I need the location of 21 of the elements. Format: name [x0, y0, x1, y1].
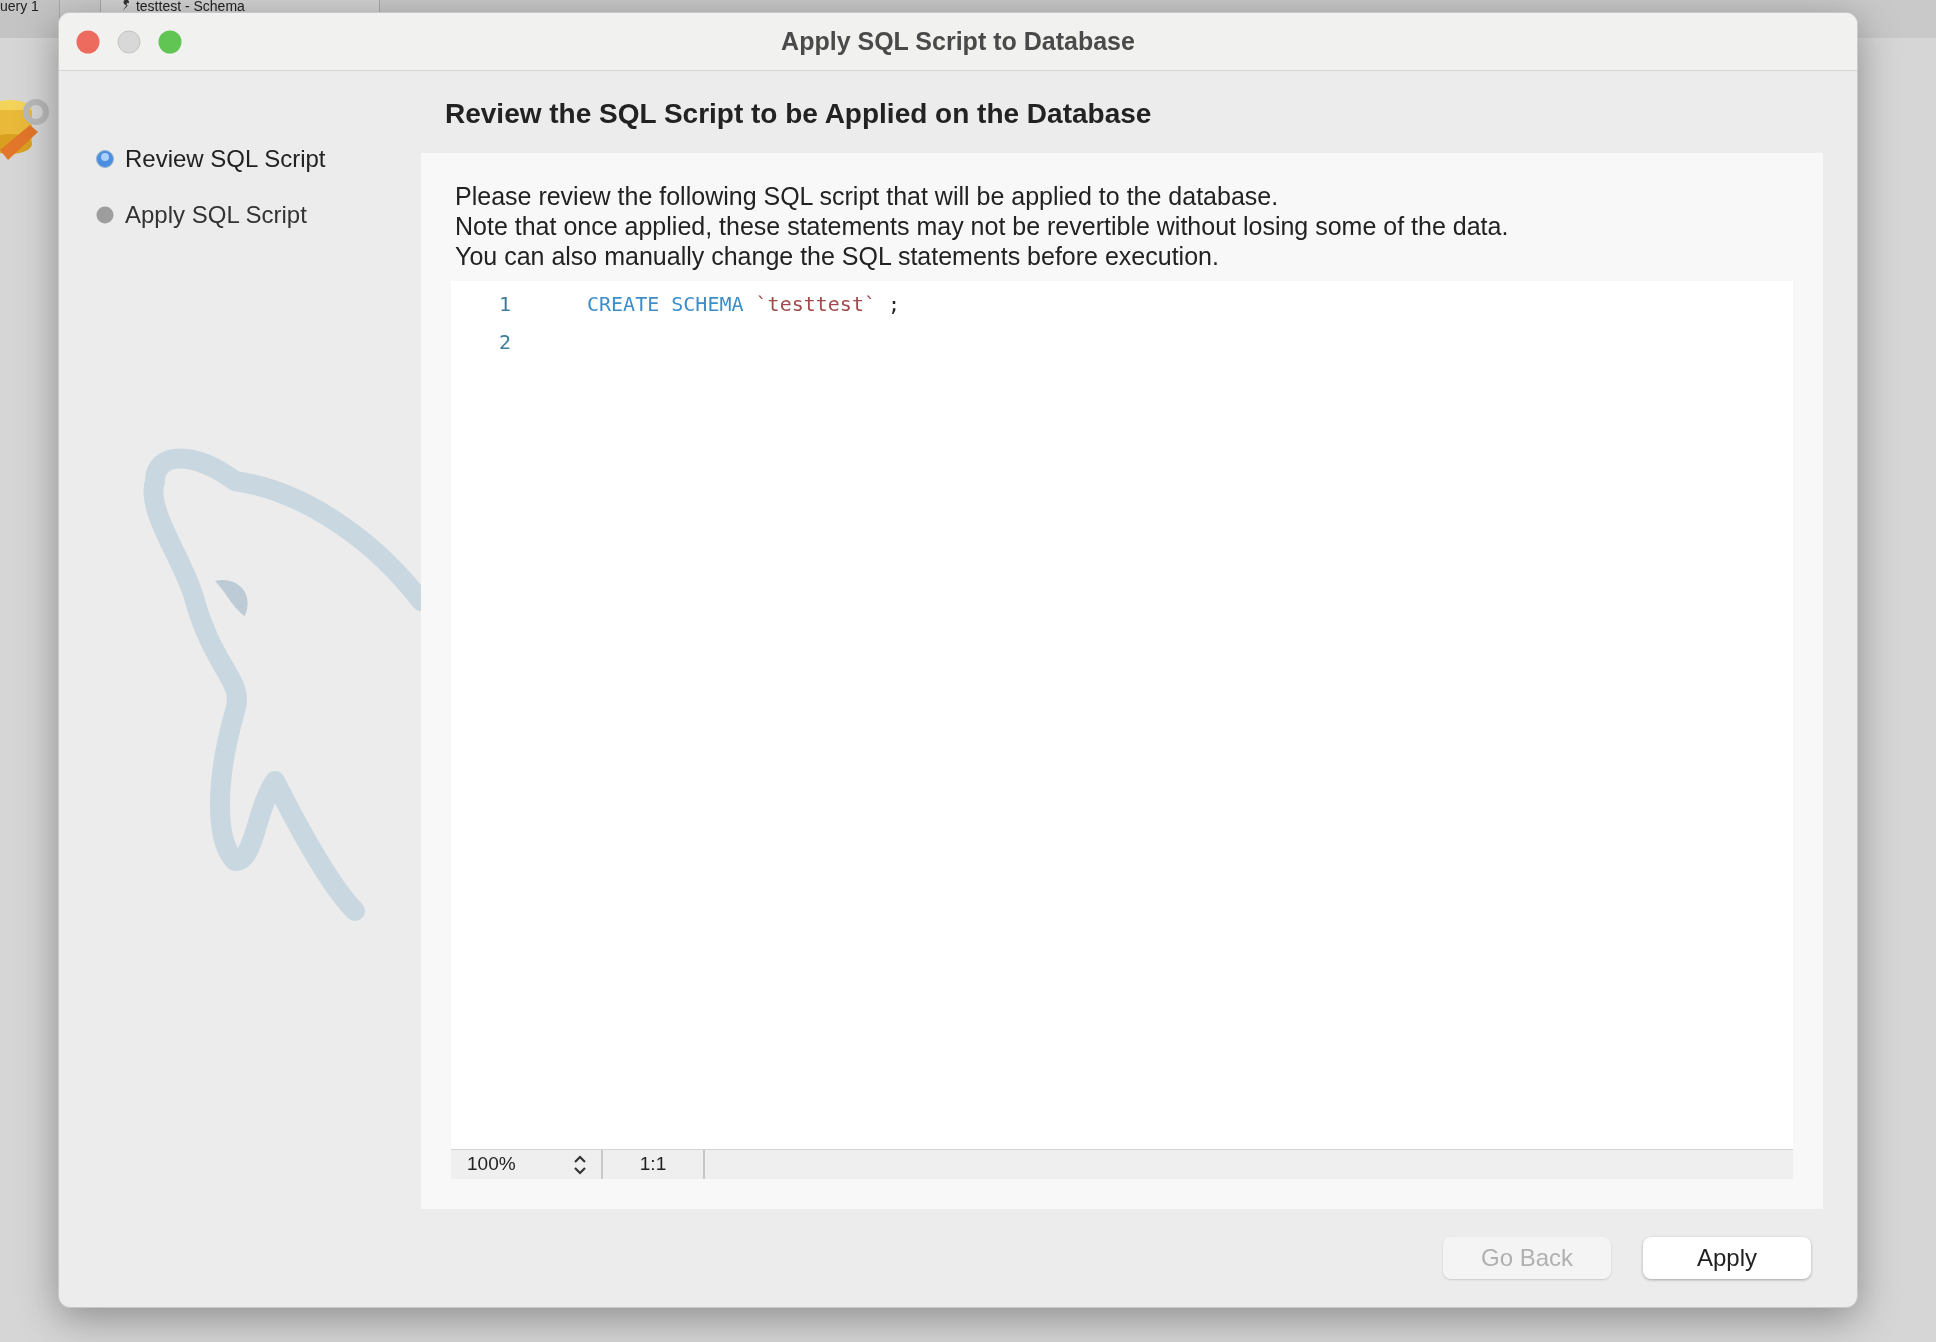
line-number: 2 — [497, 329, 511, 356]
close-icon[interactable] — [76, 29, 100, 54]
window-title: Apply SQL Script to Database — [781, 25, 1135, 57]
zoom-icon[interactable] — [158, 29, 182, 54]
line-number: 1 — [497, 291, 511, 318]
step-label: Review SQL Script — [125, 144, 326, 174]
sql-editor[interactable]: 1 CREATE SCHEMA `testtest` ; 2 100% 1:1 — [451, 281, 1793, 1179]
description-text: You can also manually change the SQL statements before execution. — [455, 241, 1219, 271]
cursor-position: 1:1 — [603, 1150, 705, 1179]
code-token: `testtest` — [755, 291, 876, 318]
dialog-button[interactable]: Apply — [1643, 1237, 1811, 1279]
code-token: ; — [887, 291, 900, 318]
stepper-icon — [573, 1153, 587, 1176]
minimize-icon[interactable] — [117, 29, 141, 54]
step-label: Apply SQL Script — [125, 200, 307, 230]
description-text: Note that once applied, these statements may not be revertible without losing some of the data. — [455, 211, 1509, 241]
code-token: CREATE SCHEMA — [587, 291, 744, 318]
description-text: Please review the following SQL script that will be applied to the database. — [455, 181, 1279, 211]
page-heading: Review the SQL Script to be Applied on the Database — [444, 97, 1153, 131]
zoom-stepper[interactable]: 100% — [451, 1150, 603, 1179]
background-tab[interactable]: uery 1 — [0, 0, 60, 38]
